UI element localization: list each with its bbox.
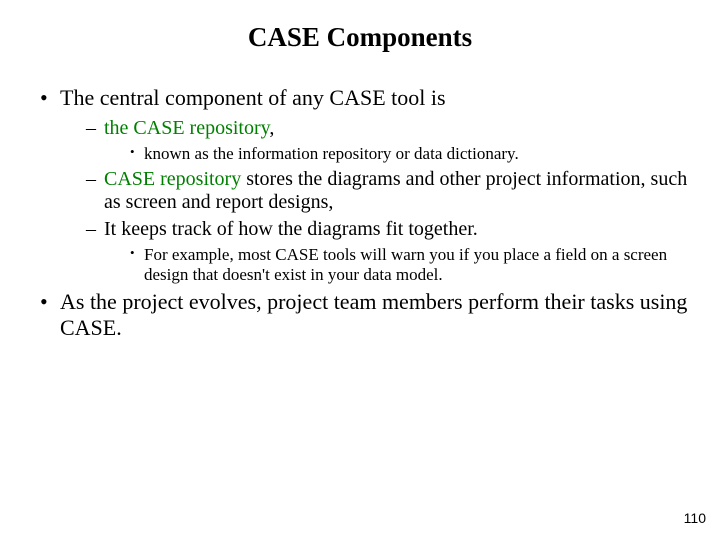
bullet-1-2-green: CASE repository (104, 168, 241, 190)
bullet-list-level3-a: known as the information repository or d… (104, 144, 690, 164)
bullet-list-level2-a: the CASE repository, known as the inform… (60, 117, 690, 285)
bullet-1-2: CASE repository stores the diagrams and … (86, 168, 690, 214)
bullet-1-1: the CASE repository, known as the inform… (86, 117, 690, 164)
bullet-1-3-1-text: For example, most CASE tools will warn y… (144, 245, 667, 284)
bullet-1-3-text: It keeps track of how the diagrams fit t… (104, 218, 478, 240)
page-number: 110 (684, 510, 706, 526)
bullet-1-1-1: known as the information repository or d… (130, 144, 690, 164)
bullet-1-1-1-text: known as the information repository or d… (144, 144, 519, 163)
bullet-list-level3-b: For example, most CASE tools will warn y… (104, 245, 690, 285)
bullet-1-3: It keeps track of how the diagrams fit t… (86, 218, 690, 285)
slide-title: CASE Components (30, 22, 690, 53)
bullet-list-level1: The central component of any CASE tool i… (30, 85, 690, 341)
bullet-1-text: The central component of any CASE tool i… (60, 85, 446, 110)
bullet-2: As the project evolves, project team mem… (40, 289, 690, 341)
bullet-1-1-rest: , (269, 117, 274, 139)
bullet-2-text: As the project evolves, project team mem… (60, 289, 687, 340)
bullet-1-1-green: the CASE repository (104, 117, 269, 139)
bullet-1-3-1: For example, most CASE tools will warn y… (130, 245, 690, 285)
bullet-1: The central component of any CASE tool i… (40, 85, 690, 285)
